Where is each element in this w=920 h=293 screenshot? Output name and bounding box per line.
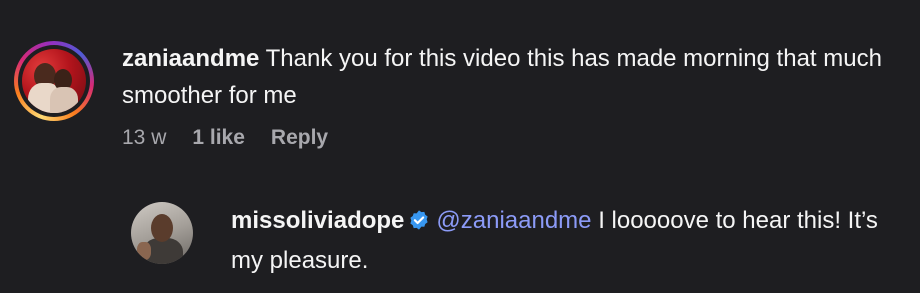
avatar-gap bbox=[18, 45, 90, 117]
reply-username[interactable]: missoliviadope bbox=[231, 207, 404, 234]
reply-mention-link[interactable]: @zaniaandme bbox=[436, 207, 591, 234]
avatar[interactable] bbox=[22, 49, 86, 113]
comment-timestamp[interactable]: 13 w bbox=[122, 126, 166, 150]
comment-meta: 13 w 1 like Reply bbox=[122, 126, 328, 150]
comment-likes-count[interactable]: 1 like bbox=[192, 126, 245, 150]
reply-avatar-face bbox=[151, 214, 173, 242]
reply-avatar[interactable] bbox=[131, 202, 193, 264]
avatar-child-body bbox=[50, 87, 78, 113]
verified-badge-icon bbox=[408, 205, 430, 242]
reply-body: missoliviadope @zaniaandme I looooove to … bbox=[231, 202, 911, 279]
comment-username[interactable]: zaniaandme bbox=[122, 45, 259, 72]
reply-button[interactable]: Reply bbox=[271, 126, 328, 150]
comment-body: zaniaandme Thank you for this video this… bbox=[122, 40, 902, 114]
comment-avatar-story-ring[interactable] bbox=[14, 41, 94, 121]
reply-avatar-hand bbox=[137, 242, 151, 260]
